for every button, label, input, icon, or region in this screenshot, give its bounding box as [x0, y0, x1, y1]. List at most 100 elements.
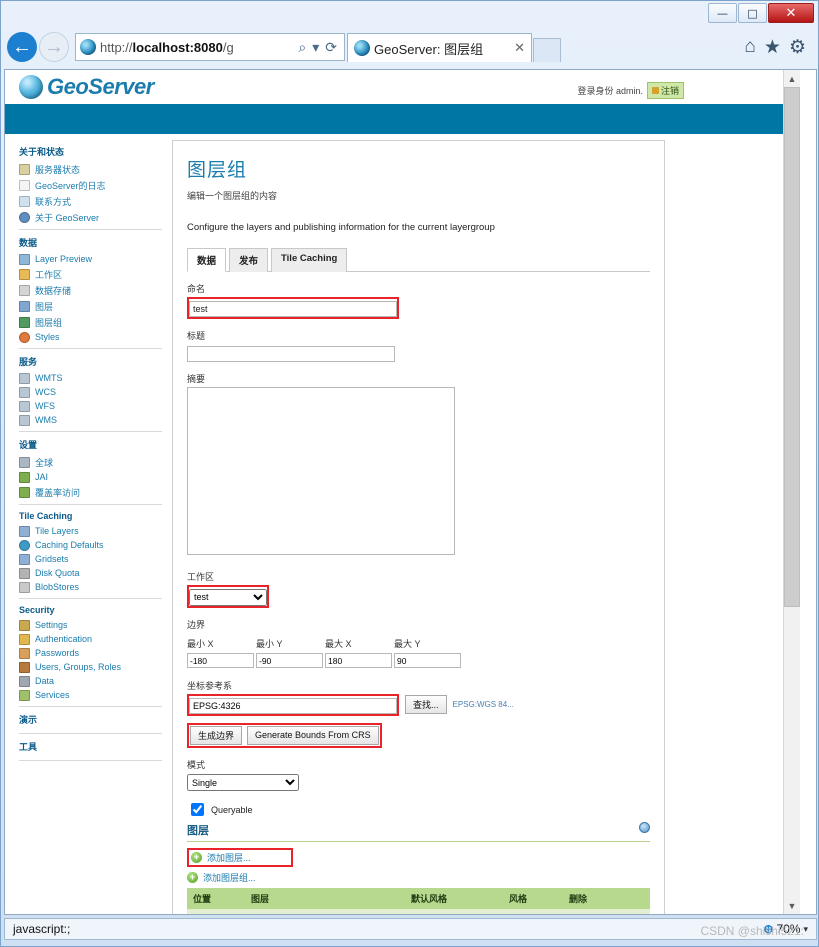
- crs-input[interactable]: [189, 697, 397, 714]
- sidebar-item-logs[interactable]: GeoServer的日志: [19, 177, 170, 193]
- back-button[interactable]: ←: [7, 32, 37, 62]
- url-host: localhost:8080: [132, 39, 223, 55]
- forward-button[interactable]: →: [39, 32, 69, 62]
- name-label: 命名: [187, 284, 206, 294]
- zoom-in-icon[interactable]: ⊕: [763, 922, 773, 936]
- page-viewport: GeoServer 登录身份 admin. 注销 关于和状态 服务器状态 Geo…: [4, 69, 817, 915]
- bounds-label: 边界: [187, 619, 206, 630]
- sidebar-item-caching-defaults[interactable]: Caching Defaults: [19, 538, 170, 552]
- settings-gear-icon[interactable]: ⚙: [789, 36, 806, 59]
- new-tab-button[interactable]: [533, 38, 561, 62]
- favorites-icon[interactable]: ★: [764, 36, 781, 59]
- sidebar-item-settings[interactable]: Settings: [19, 618, 170, 632]
- sidebar-item-passwords[interactable]: Passwords: [19, 646, 170, 660]
- status-text: javascript:;: [13, 922, 71, 936]
- table-row[interactable]: 1 ↓ test:Site test: [187, 909, 650, 914]
- tab-publish[interactable]: 发布: [229, 248, 269, 272]
- sidebar-group-title: 服务: [19, 357, 38, 367]
- max-y-input[interactable]: [394, 653, 461, 668]
- sidebar-item-about[interactable]: 关于 GeoServer: [19, 209, 170, 225]
- sidebar-item-global[interactable]: 全球: [19, 454, 170, 470]
- sidebar-item-datastores[interactable]: 数据存储: [19, 282, 170, 298]
- title-input[interactable]: [187, 346, 395, 362]
- address-text: http://localhost:8080/g: [100, 40, 295, 55]
- maximize-button[interactable]: □: [738, 3, 767, 23]
- queryable-checkbox[interactable]: [191, 803, 204, 816]
- chevron-down-icon[interactable]: ▾: [803, 924, 808, 935]
- name-input[interactable]: [189, 301, 397, 317]
- sidebar-group-demo[interactable]: 演示: [19, 710, 170, 729]
- sidebar-item-workspaces[interactable]: 工作区: [19, 266, 170, 282]
- add-layer-link[interactable]: + 添加图层...: [191, 851, 251, 864]
- sidebar-item-disk-quota[interactable]: Disk Quota: [19, 566, 170, 580]
- sidebar-item-server-status[interactable]: 服务器状态: [19, 161, 170, 177]
- generate-bounds-button[interactable]: 生成边界: [190, 725, 243, 745]
- datastore-icon: [19, 284, 30, 296]
- sidebar-item-users-groups-roles[interactable]: Users, Groups, Roles: [19, 660, 170, 674]
- sidebar-item-wms[interactable]: WMS: [19, 413, 170, 427]
- min-y-input[interactable]: [256, 653, 323, 668]
- minimize-button[interactable]: —: [708, 3, 737, 23]
- add-layer-label: 添加图层...: [207, 853, 251, 863]
- sidebar-item-services[interactable]: Services: [19, 688, 170, 702]
- refresh-icon[interactable]: ⟳: [322, 39, 340, 56]
- sidebar-item-wcs[interactable]: WCS: [19, 385, 170, 399]
- tab-tile-caching[interactable]: Tile Caching: [271, 248, 348, 272]
- layers-table-body: 1 ↓ test:Site test: [187, 909, 650, 914]
- home-icon[interactable]: ⌂: [744, 36, 755, 58]
- sidebar-group-about: 关于和状态 服务器状态 GeoServer的日志 联系方式 关于 GeoServ…: [19, 142, 170, 225]
- sidebar-item-layer-preview[interactable]: Layer Preview: [19, 252, 170, 266]
- tab-data[interactable]: 数据: [187, 248, 227, 272]
- geoserver-logo[interactable]: GeoServer: [19, 74, 154, 100]
- scroll-down-icon[interactable]: ▼: [784, 897, 800, 914]
- sidebar-item-layergroups[interactable]: 图层组: [19, 314, 170, 330]
- address-bar[interactable]: http://localhost:8080/g ⌕ ▾ ⟳: [75, 33, 345, 61]
- sidebar-group-title: 工具: [19, 742, 38, 752]
- sidebar-item-label: Disk Quota: [35, 568, 80, 578]
- sidebar-item-authentication[interactable]: Authentication: [19, 632, 170, 646]
- coverage-access-icon: [19, 486, 30, 498]
- sidebar-item-label: Authentication: [35, 634, 93, 644]
- help-icon[interactable]: [639, 822, 650, 833]
- close-button[interactable]: ✕: [768, 3, 814, 23]
- sidebar-group-data: 数据 Layer Preview 工作区 数据存储 图层 图层组 Styles: [19, 233, 170, 344]
- scrollbar-thumb[interactable]: [784, 87, 800, 607]
- workspace-select[interactable]: test: [189, 588, 267, 606]
- sidebar-item-jai[interactable]: JAI: [19, 470, 170, 484]
- layergroup-icon: [19, 316, 30, 328]
- sidebar-item-data[interactable]: Data: [19, 674, 170, 688]
- scroll-up-icon[interactable]: ▲: [784, 70, 800, 87]
- sidebar-item-label: Layer Preview: [35, 254, 93, 264]
- sidebar-item-blobstores[interactable]: BlobStores: [19, 580, 170, 594]
- sidebar-item-layers[interactable]: 图层: [19, 298, 170, 314]
- chevron-down-icon[interactable]: ▾: [309, 39, 322, 56]
- row-style-cell: test: [503, 909, 563, 914]
- page-scrollbar[interactable]: ▲ ▼: [783, 70, 800, 914]
- queryable-label: Queryable: [211, 804, 253, 815]
- logout-button[interactable]: 注销: [646, 82, 684, 99]
- sidebar-group-title: 数据: [19, 238, 38, 248]
- search-icon[interactable]: ⌕: [295, 39, 309, 56]
- max-x-input[interactable]: [325, 653, 392, 668]
- sidebar-item-styles[interactable]: Styles: [19, 330, 170, 344]
- sidebar-item-gridsets[interactable]: Gridsets: [19, 552, 170, 566]
- zoom-control[interactable]: ⊕ 70% ▾: [763, 922, 808, 936]
- generate-bounds-from-crs-button[interactable]: Generate Bounds From CRS: [247, 725, 379, 745]
- layers-table-head: 位置 图层 默认风格 风格 删除: [187, 888, 650, 909]
- sidebar-item-tile-layers[interactable]: Tile Layers: [19, 524, 170, 538]
- tab-close-icon[interactable]: ✕: [508, 40, 525, 56]
- zoom-level: 70%: [776, 922, 801, 936]
- crs-find-button[interactable]: 查找...: [405, 695, 447, 714]
- sidebar-group-tools[interactable]: 工具: [19, 737, 170, 756]
- sidebar-divider: [19, 229, 162, 230]
- add-layergroup-link[interactable]: + 添加图层组...: [187, 871, 650, 884]
- sidebar-item-wmts[interactable]: WMTS: [19, 371, 170, 385]
- mode-select[interactable]: Single: [187, 774, 299, 791]
- sidebar-group-title: 设置: [19, 440, 38, 450]
- sidebar-item-coverage-access[interactable]: 覆盖率访问: [19, 484, 170, 500]
- sidebar-item-wfs[interactable]: WFS: [19, 399, 170, 413]
- sidebar-item-contact[interactable]: 联系方式: [19, 193, 170, 209]
- browser-tab[interactable]: GeoServer: 图层组 ✕: [347, 33, 532, 62]
- min-x-input[interactable]: [187, 653, 254, 668]
- summary-textarea[interactable]: [187, 387, 455, 555]
